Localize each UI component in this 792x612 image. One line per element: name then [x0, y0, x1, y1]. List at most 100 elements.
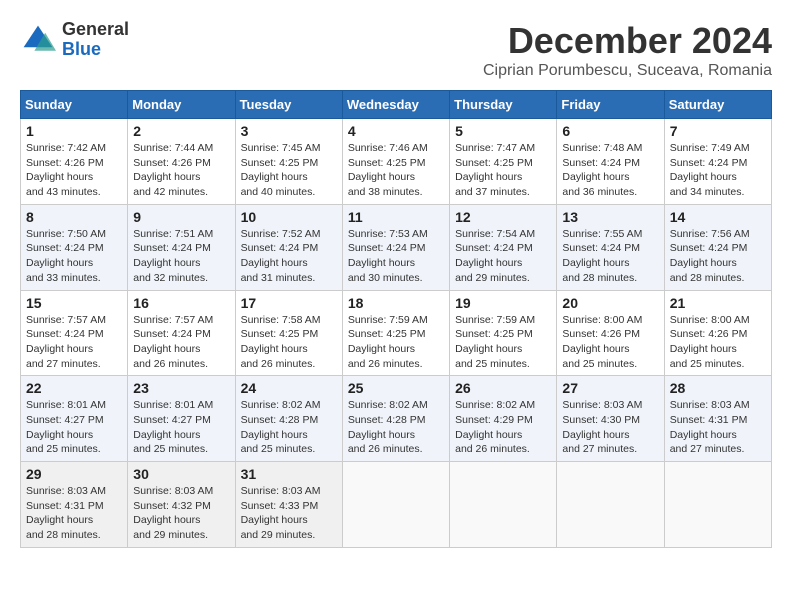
day-number: 18	[348, 295, 444, 311]
day-cell-28: 28 Sunrise: 8:03 AMSunset: 4:31 PMDaylig…	[664, 376, 771, 462]
day-detail: Sunrise: 8:01 AMSunset: 4:27 PMDaylight …	[26, 398, 122, 457]
day-detail: Sunrise: 7:57 AMSunset: 4:24 PMDaylight …	[133, 313, 229, 372]
day-number: 13	[562, 209, 658, 225]
day-cell-13: 13 Sunrise: 7:55 AMSunset: 4:24 PMDaylig…	[557, 204, 664, 290]
col-saturday: Saturday	[664, 91, 771, 119]
subtitle: Ciprian Porumbescu, Suceava, Romania	[483, 62, 772, 80]
day-number: 10	[241, 209, 337, 225]
day-detail: Sunrise: 8:03 AMSunset: 4:31 PMDaylight …	[670, 398, 766, 457]
week-row-1: 1 Sunrise: 7:42 AMSunset: 4:26 PMDayligh…	[21, 119, 772, 205]
day-cell-4: 4 Sunrise: 7:46 AMSunset: 4:25 PMDayligh…	[342, 119, 449, 205]
col-thursday: Thursday	[450, 91, 557, 119]
day-detail: Sunrise: 8:02 AMSunset: 4:29 PMDaylight …	[455, 398, 551, 457]
col-sunday: Sunday	[21, 91, 128, 119]
day-cell-21: 21 Sunrise: 8:00 AMSunset: 4:26 PMDaylig…	[664, 290, 771, 376]
day-cell-18: 18 Sunrise: 7:59 AMSunset: 4:25 PMDaylig…	[342, 290, 449, 376]
empty-cell	[450, 462, 557, 548]
day-number: 22	[26, 380, 122, 396]
day-detail: Sunrise: 7:55 AMSunset: 4:24 PMDaylight …	[562, 227, 658, 286]
day-cell-27: 27 Sunrise: 8:03 AMSunset: 4:30 PMDaylig…	[557, 376, 664, 462]
day-detail: Sunrise: 7:46 AMSunset: 4:25 PMDaylight …	[348, 141, 444, 200]
week-row-2: 8 Sunrise: 7:50 AMSunset: 4:24 PMDayligh…	[21, 204, 772, 290]
day-detail: Sunrise: 7:58 AMSunset: 4:25 PMDaylight …	[241, 313, 337, 372]
day-detail: Sunrise: 8:00 AMSunset: 4:26 PMDaylight …	[562, 313, 658, 372]
week-row-3: 15 Sunrise: 7:57 AMSunset: 4:24 PMDaylig…	[21, 290, 772, 376]
col-wednesday: Wednesday	[342, 91, 449, 119]
day-detail: Sunrise: 8:03 AMSunset: 4:31 PMDaylight …	[26, 484, 122, 543]
day-detail: Sunrise: 8:03 AMSunset: 4:32 PMDaylight …	[133, 484, 229, 543]
day-detail: Sunrise: 8:02 AMSunset: 4:28 PMDaylight …	[348, 398, 444, 457]
day-cell-16: 16 Sunrise: 7:57 AMSunset: 4:24 PMDaylig…	[128, 290, 235, 376]
day-number: 21	[670, 295, 766, 311]
day-number: 28	[670, 380, 766, 396]
header: General Blue December 2024 Ciprian Porum…	[20, 20, 772, 80]
day-number: 14	[670, 209, 766, 225]
day-number: 20	[562, 295, 658, 311]
day-cell-1: 1 Sunrise: 7:42 AMSunset: 4:26 PMDayligh…	[21, 119, 128, 205]
day-cell-7: 7 Sunrise: 7:49 AMSunset: 4:24 PMDayligh…	[664, 119, 771, 205]
col-friday: Friday	[557, 91, 664, 119]
day-detail: Sunrise: 7:54 AMSunset: 4:24 PMDaylight …	[455, 227, 551, 286]
day-number: 8	[26, 209, 122, 225]
day-detail: Sunrise: 7:44 AMSunset: 4:26 PMDaylight …	[133, 141, 229, 200]
day-detail: Sunrise: 7:50 AMSunset: 4:24 PMDaylight …	[26, 227, 122, 286]
day-cell-8: 8 Sunrise: 7:50 AMSunset: 4:24 PMDayligh…	[21, 204, 128, 290]
day-detail: Sunrise: 7:42 AMSunset: 4:26 PMDaylight …	[26, 141, 122, 200]
day-number: 30	[133, 466, 229, 482]
day-number: 19	[455, 295, 551, 311]
day-number: 11	[348, 209, 444, 225]
day-detail: Sunrise: 7:52 AMSunset: 4:24 PMDaylight …	[241, 227, 337, 286]
day-number: 24	[241, 380, 337, 396]
day-detail: Sunrise: 7:45 AMSunset: 4:25 PMDaylight …	[241, 141, 337, 200]
logo: General Blue	[20, 20, 129, 60]
day-detail: Sunrise: 7:53 AMSunset: 4:24 PMDaylight …	[348, 227, 444, 286]
logo-blue: Blue	[62, 40, 129, 60]
day-detail: Sunrise: 7:59 AMSunset: 4:25 PMDaylight …	[348, 313, 444, 372]
col-tuesday: Tuesday	[235, 91, 342, 119]
day-number: 6	[562, 123, 658, 139]
day-cell-19: 19 Sunrise: 7:59 AMSunset: 4:25 PMDaylig…	[450, 290, 557, 376]
day-number: 9	[133, 209, 229, 225]
day-detail: Sunrise: 8:03 AMSunset: 4:33 PMDaylight …	[241, 484, 337, 543]
empty-cell	[664, 462, 771, 548]
day-number: 17	[241, 295, 337, 311]
logo-icon	[20, 22, 56, 58]
day-number: 15	[26, 295, 122, 311]
day-cell-9: 9 Sunrise: 7:51 AMSunset: 4:24 PMDayligh…	[128, 204, 235, 290]
day-number: 5	[455, 123, 551, 139]
calendar-table: Sunday Monday Tuesday Wednesday Thursday…	[20, 90, 772, 548]
logo-text: General Blue	[62, 20, 129, 60]
day-cell-2: 2 Sunrise: 7:44 AMSunset: 4:26 PMDayligh…	[128, 119, 235, 205]
day-detail: Sunrise: 7:56 AMSunset: 4:24 PMDaylight …	[670, 227, 766, 286]
day-detail: Sunrise: 7:59 AMSunset: 4:25 PMDaylight …	[455, 313, 551, 372]
day-detail: Sunrise: 8:03 AMSunset: 4:30 PMDaylight …	[562, 398, 658, 457]
title-area: December 2024 Ciprian Porumbescu, Suceav…	[483, 20, 772, 80]
col-monday: Monday	[128, 91, 235, 119]
day-number: 2	[133, 123, 229, 139]
day-detail: Sunrise: 7:47 AMSunset: 4:25 PMDaylight …	[455, 141, 551, 200]
day-cell-17: 17 Sunrise: 7:58 AMSunset: 4:25 PMDaylig…	[235, 290, 342, 376]
month-title: December 2024	[483, 20, 772, 62]
day-number: 12	[455, 209, 551, 225]
day-detail: Sunrise: 7:57 AMSunset: 4:24 PMDaylight …	[26, 313, 122, 372]
calendar-header-row: Sunday Monday Tuesday Wednesday Thursday…	[21, 91, 772, 119]
day-detail: Sunrise: 7:48 AMSunset: 4:24 PMDaylight …	[562, 141, 658, 200]
week-row-4: 22 Sunrise: 8:01 AMSunset: 4:27 PMDaylig…	[21, 376, 772, 462]
day-number: 25	[348, 380, 444, 396]
day-cell-5: 5 Sunrise: 7:47 AMSunset: 4:25 PMDayligh…	[450, 119, 557, 205]
day-cell-30: 30 Sunrise: 8:03 AMSunset: 4:32 PMDaylig…	[128, 462, 235, 548]
day-number: 16	[133, 295, 229, 311]
day-cell-20: 20 Sunrise: 8:00 AMSunset: 4:26 PMDaylig…	[557, 290, 664, 376]
day-cell-10: 10 Sunrise: 7:52 AMSunset: 4:24 PMDaylig…	[235, 204, 342, 290]
logo-general: General	[62, 20, 129, 40]
day-detail: Sunrise: 7:49 AMSunset: 4:24 PMDaylight …	[670, 141, 766, 200]
week-row-5: 29 Sunrise: 8:03 AMSunset: 4:31 PMDaylig…	[21, 462, 772, 548]
day-cell-29: 29 Sunrise: 8:03 AMSunset: 4:31 PMDaylig…	[21, 462, 128, 548]
day-detail: Sunrise: 7:51 AMSunset: 4:24 PMDaylight …	[133, 227, 229, 286]
day-number: 26	[455, 380, 551, 396]
day-number: 29	[26, 466, 122, 482]
day-detail: Sunrise: 8:01 AMSunset: 4:27 PMDaylight …	[133, 398, 229, 457]
day-cell-14: 14 Sunrise: 7:56 AMSunset: 4:24 PMDaylig…	[664, 204, 771, 290]
day-number: 27	[562, 380, 658, 396]
day-number: 23	[133, 380, 229, 396]
